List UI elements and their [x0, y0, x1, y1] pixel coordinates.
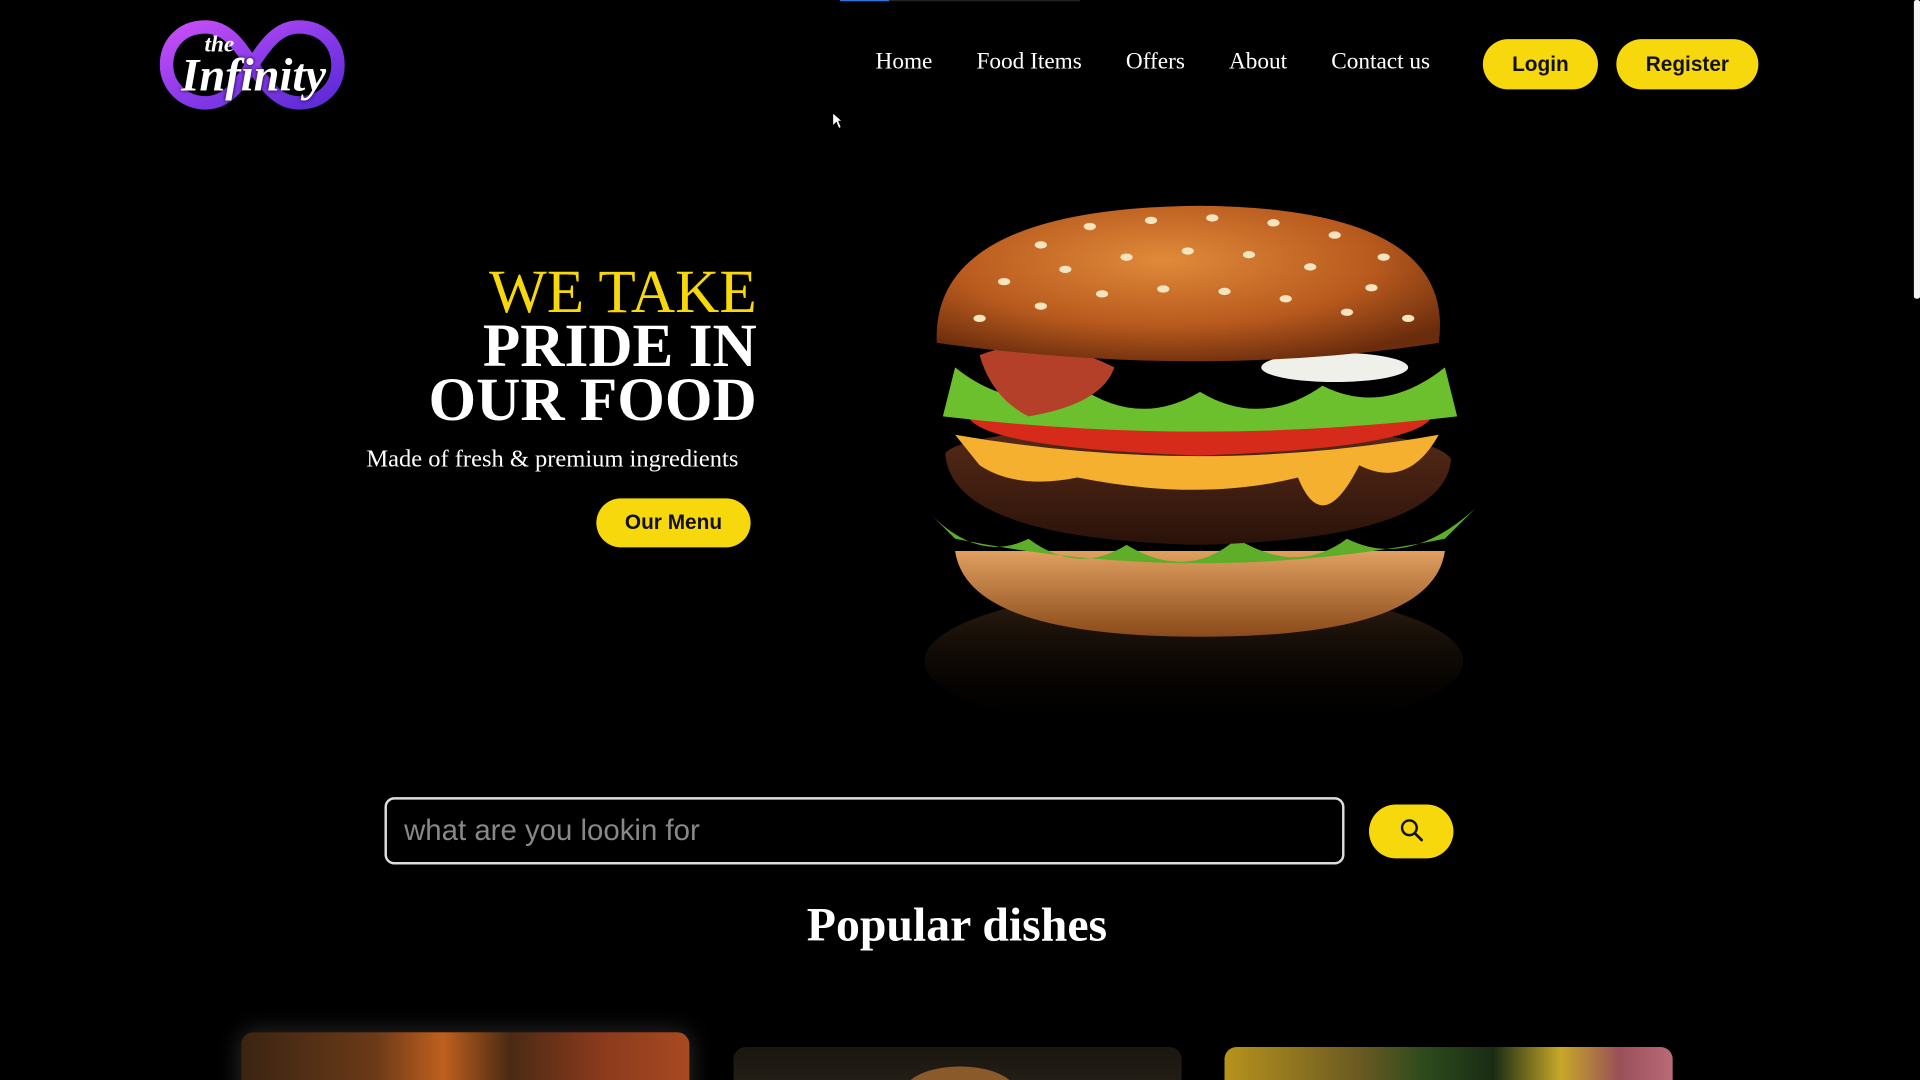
- burger-image: [924, 205, 1476, 735]
- dish-card[interactable]: [241, 1032, 690, 1080]
- our-menu-button[interactable]: Our Menu: [596, 498, 751, 548]
- hero-title-line3: OUR FOOD: [428, 364, 757, 434]
- hero-subtitle: Made of fresh & premium ingredients: [366, 445, 739, 473]
- nav-food-items[interactable]: Food Items: [976, 49, 1081, 76]
- nav-contact[interactable]: Contact us: [1331, 49, 1430, 76]
- main-nav: Home Food Items Offers About Contact us: [876, 49, 1431, 76]
- nav-about[interactable]: About: [1229, 49, 1287, 76]
- scroll-progress: [840, 0, 1081, 2]
- brand-logo[interactable]: the Infinity: [159, 17, 345, 113]
- search-input[interactable]: [384, 797, 1345, 865]
- dish-card[interactable]: [1224, 1046, 1673, 1080]
- search-button[interactable]: [1368, 804, 1454, 859]
- page-scrollbar[interactable]: [1912, 0, 1920, 1080]
- login-button[interactable]: Login: [1482, 39, 1598, 90]
- cursor-icon: [832, 111, 844, 130]
- search-icon: [1400, 819, 1423, 842]
- dish-card[interactable]: [733, 1046, 1182, 1080]
- logo-name-text: Infinity: [181, 50, 327, 102]
- register-button[interactable]: Register: [1616, 39, 1759, 90]
- nav-offers[interactable]: Offers: [1126, 49, 1185, 76]
- nav-home[interactable]: Home: [876, 49, 933, 76]
- popular-dishes-title: Popular dishes: [806, 898, 1108, 952]
- scrollbar-thumb[interactable]: [1913, 0, 1920, 299]
- hero-title: WE TAKE PRIDE IN OUR FOOD: [428, 261, 757, 434]
- page: the Infinity Home Food Items Offers Abou…: [0, 0, 1920, 1080]
